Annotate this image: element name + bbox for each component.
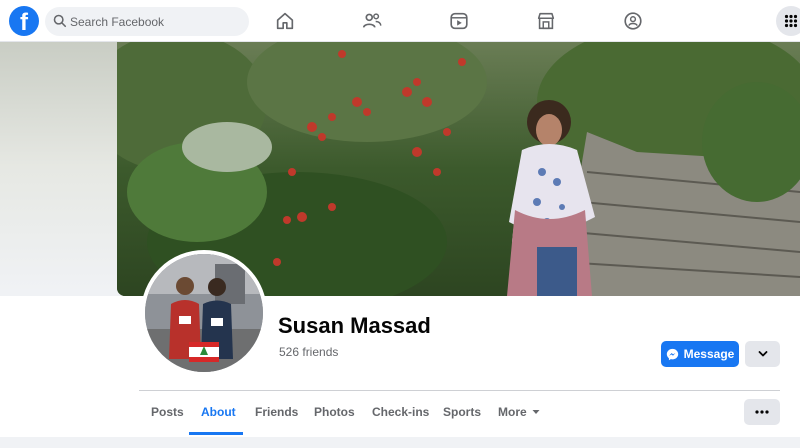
left-gradient-background (0, 42, 117, 292)
friends-count[interactable]: 526 friends (279, 345, 338, 359)
more-options-icon (755, 410, 769, 414)
home-icon[interactable] (272, 8, 298, 34)
search-box[interactable] (45, 7, 249, 36)
tab-friends[interactable]: Friends (255, 405, 298, 419)
facebook-logo-icon[interactable]: f (9, 6, 39, 36)
friends-icon[interactable] (359, 8, 385, 34)
active-tab-indicator (189, 432, 243, 435)
tab-photos[interactable]: Photos (314, 405, 355, 419)
tab-check-ins[interactable]: Check-ins (372, 405, 429, 419)
messenger-icon (666, 348, 678, 360)
profile-avatar[interactable] (141, 250, 267, 376)
search-input[interactable] (70, 7, 240, 36)
profile-divider (139, 390, 780, 391)
tab-about[interactable]: About (201, 405, 236, 419)
search-icon (53, 14, 67, 28)
message-button[interactable]: Message (661, 341, 739, 367)
chevron-down-icon (758, 351, 767, 357)
tab-more-label: More (498, 405, 527, 419)
tabs-more-options-button[interactable] (744, 399, 780, 425)
page-background (0, 437, 800, 448)
top-navigation-bar: f (0, 0, 800, 42)
profile-options-button[interactable] (745, 341, 780, 367)
groups-icon[interactable] (620, 8, 646, 34)
profile-name: Susan Massad (278, 313, 431, 338)
avatar-photo-illustration (145, 254, 263, 372)
marketplace-icon[interactable] (533, 8, 559, 34)
message-button-label: Message (683, 347, 735, 361)
caret-down-icon (532, 410, 540, 414)
tab-more[interactable]: More (498, 405, 540, 419)
tab-posts[interactable]: Posts (151, 405, 184, 419)
video-icon[interactable] (446, 8, 472, 34)
tab-sports[interactable]: Sports (443, 405, 481, 419)
menu-grid-icon[interactable] (776, 6, 800, 36)
